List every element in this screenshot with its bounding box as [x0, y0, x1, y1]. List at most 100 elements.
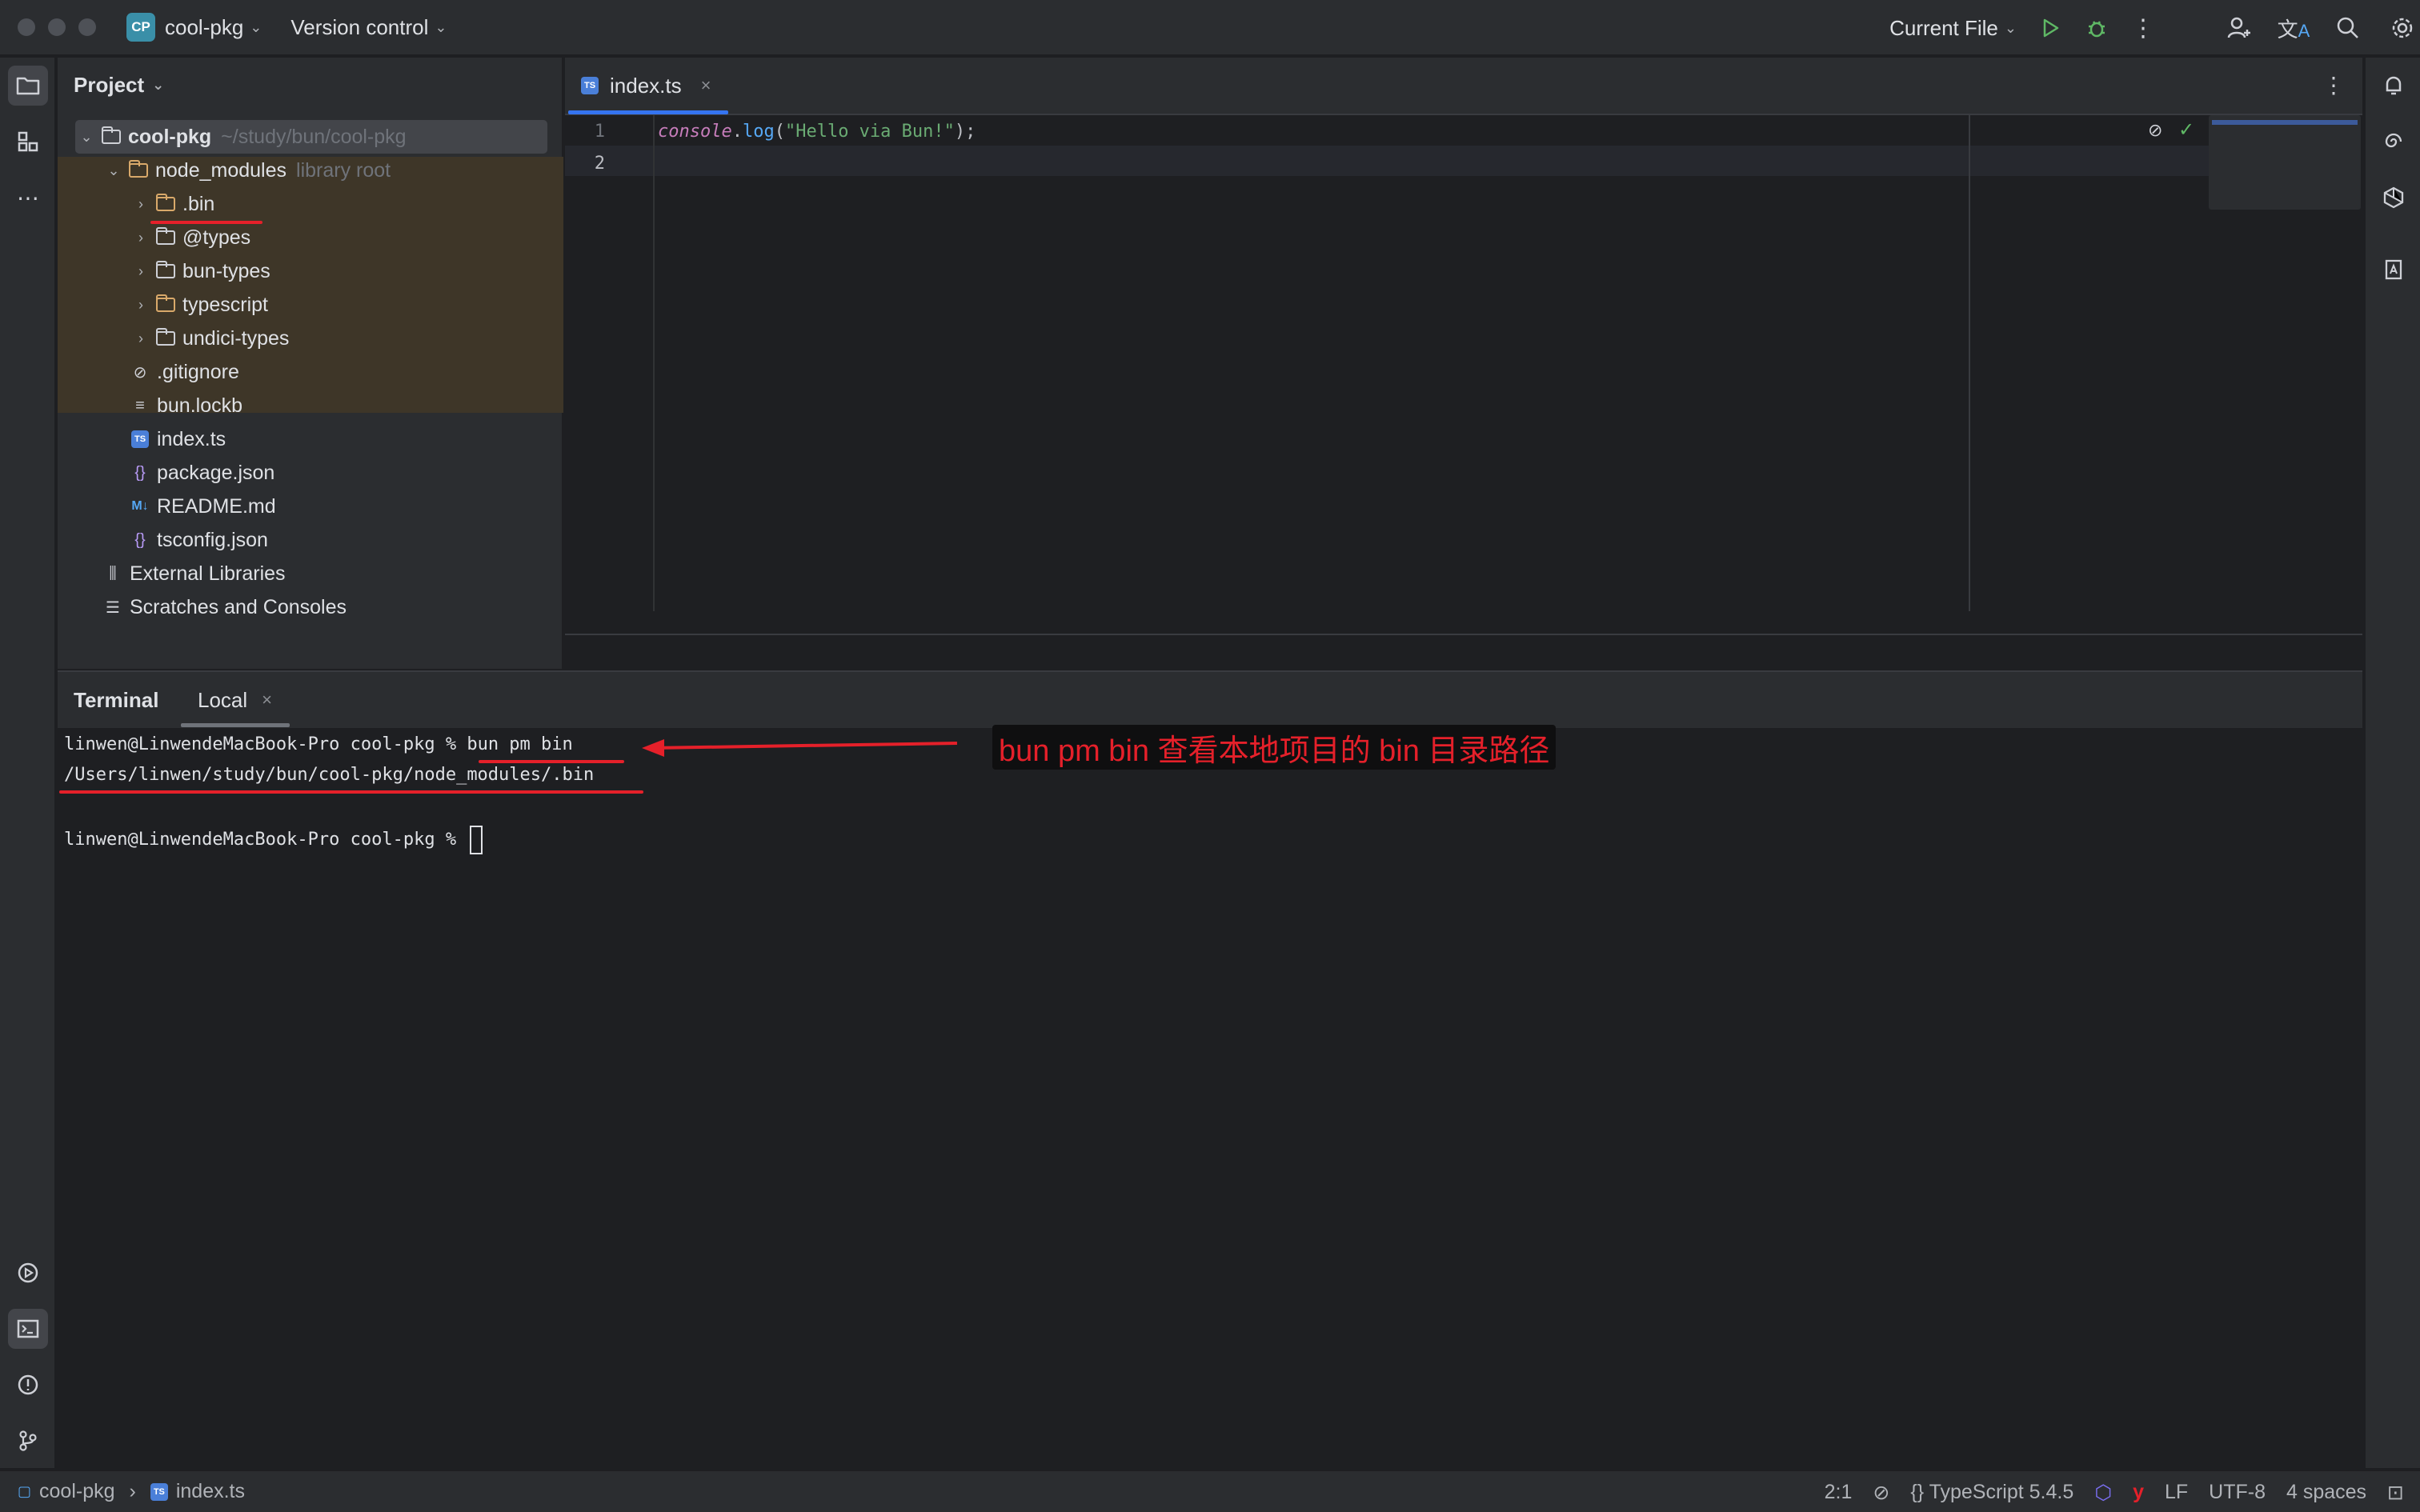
code-token-dot: . [731, 122, 743, 142]
close-window-button[interactable] [18, 18, 35, 36]
folder-icon [152, 294, 179, 315]
terminal-tool-button[interactable] [8, 1309, 48, 1349]
tree-item-scratches[interactable]: ☰ Scratches and Consoles [99, 590, 347, 624]
chevron-down-icon: ⌄ [435, 18, 447, 35]
line-separator[interactable]: LF [2165, 1481, 2188, 1504]
close-icon[interactable]: × [701, 75, 711, 96]
code-with-me-button[interactable] [2222, 10, 2257, 46]
module-icon: ▢ [18, 1483, 32, 1499]
tab-label: Local [198, 687, 248, 712]
tree-item-label: undici-types [182, 326, 290, 350]
file-encoding[interactable]: UTF-8 [2209, 1481, 2266, 1504]
zoom-window-button[interactable] [78, 18, 96, 36]
tree-item-file[interactable]: ⊘ .gitignore [126, 355, 239, 389]
tree-item-external-libraries[interactable]: ⫼ External Libraries [99, 557, 285, 590]
ai-assistant-button[interactable] [2374, 122, 2414, 162]
chevron-right-icon: › [129, 1480, 136, 1502]
plugin-tool-button[interactable] [2374, 178, 2414, 218]
more-vertical-icon[interactable]: ⋮ [2322, 72, 2345, 98]
reader-mode-icon[interactable]: ⊘ [2148, 120, 2162, 141]
debug-button[interactable] [2079, 10, 2114, 46]
indent-setting[interactable]: 4 spaces [2286, 1481, 2366, 1504]
chevron-right-icon: › [138, 262, 143, 279]
problems-tool-button[interactable] [8, 1365, 48, 1405]
lock-icon[interactable]: ⊡ [2387, 1481, 2404, 1505]
warning-circle-icon [18, 1374, 38, 1395]
settings-button[interactable] [2385, 10, 2420, 46]
chevron-right-icon: › [138, 330, 143, 346]
inspections-off-icon[interactable]: ⊘ [1873, 1481, 1889, 1505]
gear-icon [2392, 18, 2413, 38]
language-service[interactable]: {} TypeScript 5.4.5 [1910, 1481, 2073, 1504]
tab-label: index.ts [610, 73, 682, 98]
status-bar: ▢ cool-pkg › TS index.ts 2:1 ⊘ {} TypeSc… [0, 1470, 2420, 1512]
tree-item-folder[interactable]: › .bin [130, 187, 214, 221]
aperture-icon [2383, 186, 2404, 209]
notifications-button[interactable] [2374, 66, 2414, 106]
spiral-icon [2385, 133, 2402, 148]
text-file-icon: ≡ [135, 396, 145, 414]
terminal-line[interactable]: linwen@LinwendeMacBook-Pro cool-pkg % [64, 826, 483, 854]
tree-item-folder[interactable]: › bun-types [130, 254, 270, 288]
vue-icon[interactable]: ⬡ [2094, 1481, 2112, 1505]
breadcrumb-file[interactable]: index.ts [176, 1480, 245, 1503]
tree-item-file[interactable]: {} tsconfig.json [126, 523, 268, 557]
tree-item-label: index.ts [157, 427, 226, 450]
tree-item-label: .bin [182, 192, 215, 215]
search-everywhere-button[interactable] [2330, 10, 2366, 46]
tree-item-folder[interactable]: › typescript [130, 288, 268, 322]
tree-item-file[interactable]: ≡ bun.lockb [126, 389, 242, 422]
run-button[interactable] [2033, 10, 2068, 46]
terminal-title: Terminal [74, 687, 159, 712]
terminal-prompt: linwen@LinwendeMacBook-Pro cool-pkg % [64, 830, 467, 850]
tree-item-file[interactable]: {} package.json [126, 456, 274, 490]
project-panel: Project ⌄ ⌄ cool-pkg ~/study/bun/cool-pk… [58, 58, 563, 669]
tree-item-file[interactable]: TS index.ts [126, 422, 226, 456]
project-tool-button[interactable] [8, 66, 48, 106]
tree-item-folder[interactable]: › undici-types [130, 322, 289, 355]
git-tool-button[interactable] [8, 1421, 48, 1461]
git-branch-icon [19, 1430, 37, 1451]
more-tools-button[interactable]: ⋯ [8, 178, 48, 218]
editor-bottom-border [565, 634, 2362, 669]
minimap[interactable] [2209, 115, 2361, 210]
annotation-arrow-head [642, 739, 664, 757]
project-switcher[interactable]: cool-pkg ⌄ [165, 15, 262, 40]
translate-button[interactable]: 文A [2276, 10, 2311, 46]
tree-item-node-modules[interactable]: ⌄ node_modules library root [102, 154, 391, 187]
close-icon[interactable]: × [262, 690, 272, 710]
more-actions-button[interactable]: ⋮ [2126, 10, 2161, 46]
services-tool-button[interactable] [8, 1253, 48, 1293]
json-file-icon: {} [134, 530, 146, 549]
terminal-cursor [470, 826, 483, 854]
code-token-close: ); [954, 122, 976, 142]
translation-tool-button[interactable] [2374, 250, 2414, 290]
terminal-output[interactable]: /Users/linwen/study/bun/cool-pkg/node_mo… [64, 765, 594, 785]
code-line[interactable]: console.log("Hello via Bun!"); [658, 122, 976, 142]
typescript-file-icon: TS [126, 429, 154, 450]
markdown-file-icon: M↓ [131, 499, 149, 513]
structure-tool-button[interactable] [8, 122, 48, 162]
tree-item-folder[interactable]: › @types [130, 221, 250, 254]
caret-position[interactable]: 2:1 [1825, 1481, 1853, 1504]
window-controls [18, 18, 96, 36]
vcs-menu[interactable]: Version control ⌄ [290, 15, 447, 40]
terminal-line[interactable]: linwen@LinwendeMacBook-Pro cool-pkg % bu… [64, 734, 573, 754]
code-token-paren: ( [774, 122, 785, 142]
breadcrumb-project[interactable]: cool-pkg [39, 1480, 115, 1503]
structure-icon [18, 131, 38, 152]
tree-item-label: Scratches and Consoles [130, 595, 347, 618]
tree-item-file[interactable]: M↓ README.md [126, 490, 275, 523]
project-panel-header[interactable]: Project ⌄ [58, 58, 562, 112]
tree-item-root[interactable]: ⌄ cool-pkg ~/study/bun/cool-pkg [75, 120, 406, 154]
tab-local[interactable]: Local × [198, 672, 272, 728]
minimize-window-button[interactable] [48, 18, 66, 36]
folder-icon [152, 261, 179, 282]
tab-index-ts[interactable]: TS index.ts × [581, 58, 711, 114]
more-vertical-icon: ⋮ [2131, 14, 2155, 42]
yarn-icon[interactable]: y [2133, 1481, 2144, 1504]
bell-icon [2386, 76, 2402, 95]
right-margin-guide [1969, 115, 1970, 611]
folder-icon [152, 328, 179, 349]
run-config-selector[interactable]: Current File ⌄ [1889, 16, 2017, 41]
